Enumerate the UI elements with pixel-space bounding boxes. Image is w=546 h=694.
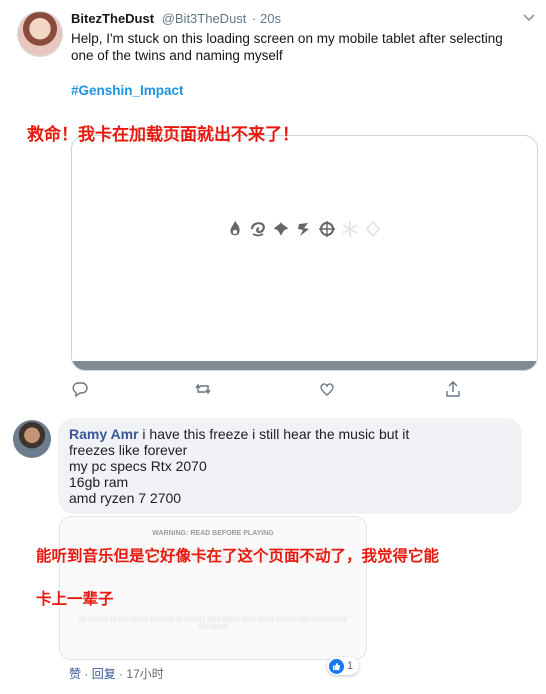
share-icon[interactable] bbox=[444, 380, 462, 398]
reaction-count: 1 bbox=[347, 660, 354, 672]
thumbs-up-icon bbox=[329, 658, 344, 674]
attachment-title: WARNING: READ BEFORE PLAYING bbox=[152, 530, 274, 537]
tweet-header: BitezTheDust @Bit3TheDust · 20s bbox=[71, 11, 281, 26]
annotation-text-2: 能听到音乐但是它好像卡在了这个页面不动了，我觉得它能 bbox=[36, 547, 440, 565]
comment-text-line: amd ryzen 7 2700 bbox=[69, 490, 182, 506]
chevron-down-icon[interactable] bbox=[522, 10, 536, 24]
commenter-avatar[interactable] bbox=[13, 420, 51, 458]
electro-icon bbox=[298, 223, 309, 236]
hydro-icon bbox=[250, 222, 265, 237]
comment-body: Ramy Amr i have this freeze i still hear… bbox=[69, 426, 509, 506]
dendro-icon bbox=[319, 221, 335, 237]
pyro-icon bbox=[230, 221, 240, 236]
user-handle[interactable]: @Bit3TheDust bbox=[162, 11, 247, 26]
tweet-text: Help, I'm stuck on this loading screen o… bbox=[71, 31, 503, 63]
comment-footer: 赞 · 回复 · 17小时 bbox=[69, 667, 164, 681]
loading-element-icons bbox=[226, 220, 382, 238]
user-avatar[interactable] bbox=[17, 11, 63, 57]
reply-link[interactable]: 回复 bbox=[92, 667, 116, 681]
commenter-name[interactable]: Ramy Amr bbox=[69, 426, 139, 442]
comment-text-line: 16gb ram bbox=[69, 474, 129, 490]
cryo-icon bbox=[342, 221, 358, 237]
anemo-icon bbox=[274, 222, 288, 236]
comment-text-line: freezes like forever bbox=[69, 442, 188, 458]
comment-text-line: my pc specs Rtx 2070 bbox=[69, 458, 207, 474]
reply-icon[interactable] bbox=[71, 380, 89, 398]
like-link[interactable]: 赞 bbox=[69, 667, 81, 681]
annotation-text-3: 卡上一辈子 bbox=[36, 590, 114, 608]
video-progress-bar[interactable] bbox=[72, 361, 537, 370]
comment-timestamp[interactable]: 17小时 bbox=[126, 667, 163, 681]
comment-text-line: i have this freeze i still hear the musi… bbox=[142, 426, 410, 442]
hashtag-link[interactable]: #Genshin_Impact bbox=[71, 83, 184, 98]
tweet-actions bbox=[0, 380, 546, 400]
attachment-blurred-paragraph: ░░ ░░░░░░ ░░ ░░░ ░░░░░ ░░░░░░░ ░░ ░░░░░░… bbox=[78, 617, 348, 630]
tweet-time[interactable]: · 20s bbox=[252, 11, 281, 26]
annotation-text-1: 救命！我卡在加载页面就出不来了！ bbox=[27, 125, 299, 145]
reaction-count-badge[interactable]: 1 bbox=[327, 657, 360, 675]
like-icon[interactable] bbox=[318, 380, 336, 398]
retweet-icon[interactable] bbox=[194, 380, 212, 398]
video-player[interactable] bbox=[71, 135, 538, 371]
display-name[interactable]: BitezTheDust bbox=[71, 11, 154, 26]
geo-icon bbox=[365, 220, 381, 238]
